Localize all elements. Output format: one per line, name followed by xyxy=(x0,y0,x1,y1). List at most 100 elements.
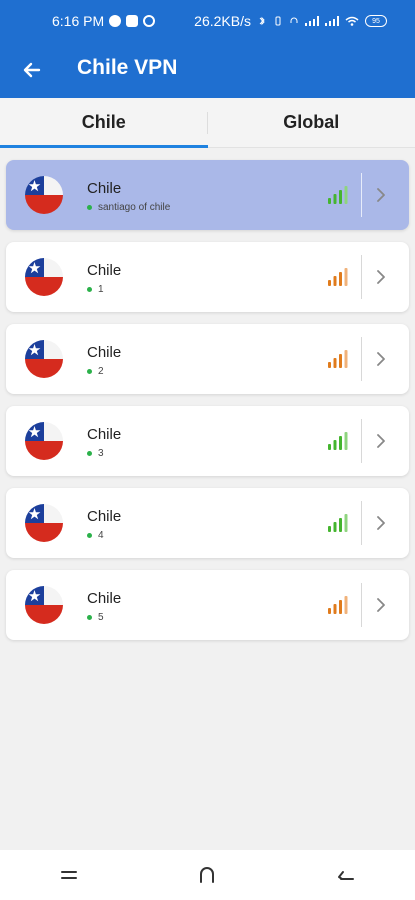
server-row[interactable]: Chile santiago of chile xyxy=(6,160,409,230)
back-button[interactable] xyxy=(18,56,46,84)
tab-divider xyxy=(207,112,208,134)
chile-flag-icon xyxy=(25,340,63,378)
online-status-dot xyxy=(87,615,92,620)
row-divider xyxy=(361,419,362,463)
server-name: Chile xyxy=(87,426,122,443)
server-subtitle: 4 xyxy=(98,530,104,541)
server-row[interactable]: Chile 3 xyxy=(6,406,409,476)
server-row[interactable]: Chile 4 xyxy=(6,488,409,558)
signal-bar xyxy=(344,350,348,368)
battery-level: 95 xyxy=(372,17,380,25)
server-location: 1 xyxy=(87,284,104,295)
row-divider xyxy=(361,501,362,545)
server-name: Chile xyxy=(87,180,122,197)
signal-bar xyxy=(344,432,348,450)
bluetooth-icon xyxy=(259,16,265,26)
chile-flag-icon xyxy=(25,258,63,296)
server-name: Chile xyxy=(87,344,122,361)
chile-flag-icon xyxy=(25,586,63,624)
server-row[interactable]: Chile 1 xyxy=(6,242,409,312)
row-divider xyxy=(361,173,362,217)
signal-bar xyxy=(333,440,337,450)
signal-bar xyxy=(328,280,331,286)
cell-signal-icon xyxy=(305,16,319,26)
chile-flag-icon xyxy=(25,176,63,214)
signal-bar xyxy=(328,362,331,368)
row-divider xyxy=(361,583,362,627)
online-status-dot xyxy=(87,369,92,374)
server-subtitle: santiago of chile xyxy=(98,202,171,213)
signal-bar xyxy=(339,436,342,450)
status-time: 6:16 PM xyxy=(52,13,105,29)
server-location: 4 xyxy=(87,530,104,541)
server-location: santiago of chile xyxy=(87,202,170,213)
signal-bar xyxy=(339,272,342,286)
signal-bar xyxy=(328,444,331,450)
signal-bar xyxy=(344,186,348,204)
tab-indicator xyxy=(0,145,208,148)
page-title: Chile VPN xyxy=(77,56,178,79)
signal-bar xyxy=(344,596,348,614)
signal-bar xyxy=(333,604,337,614)
signal-strength-icon xyxy=(328,268,348,286)
signal-bar xyxy=(344,514,348,532)
server-subtitle: 3 xyxy=(98,448,104,459)
app-notification-icon xyxy=(126,15,139,27)
menu-icon xyxy=(61,871,78,879)
server-location: 2 xyxy=(87,366,104,377)
chile-flag-icon xyxy=(25,504,63,542)
server-name: Chile xyxy=(87,590,122,607)
server-name: Chile xyxy=(87,262,122,279)
status-left: 6:16 PM xyxy=(52,13,156,29)
server-location: 5 xyxy=(87,612,104,623)
row-divider xyxy=(361,255,362,299)
nav-home-button[interactable] xyxy=(187,855,227,895)
server-name: Chile xyxy=(87,508,122,525)
signal-bar xyxy=(333,276,337,286)
tab-chile-label: Chile xyxy=(81,112,126,132)
server-subtitle: 5 xyxy=(98,612,104,623)
battery-icon: 95 xyxy=(365,15,387,27)
signal-bar xyxy=(339,518,342,532)
signal-bar xyxy=(339,190,342,204)
network-speed: 26.2KB/s xyxy=(194,13,251,29)
signal-bar xyxy=(333,522,337,532)
vibrate-icon xyxy=(275,16,281,26)
chevron-right-icon xyxy=(377,434,385,448)
sync-icon xyxy=(143,15,156,27)
wifi-icon xyxy=(345,16,359,26)
tab-chile[interactable]: Chile xyxy=(0,98,208,148)
server-subtitle: 2 xyxy=(98,366,104,377)
online-status-dot xyxy=(87,287,92,292)
nav-back-button[interactable] xyxy=(326,855,366,895)
signal-bar xyxy=(328,526,331,532)
tab-global[interactable]: Global xyxy=(208,98,415,147)
signal-strength-icon xyxy=(328,514,348,532)
chevron-right-icon xyxy=(377,270,385,284)
app-bar: 6:16 PM 26.2KB/s 95 Chile VPN xyxy=(0,0,415,98)
back-icon xyxy=(337,871,354,880)
signal-bar xyxy=(333,194,337,204)
server-row[interactable]: Chile 2 xyxy=(6,324,409,394)
chevron-right-icon xyxy=(377,598,385,612)
signal-bar xyxy=(339,600,342,614)
notification-icon xyxy=(109,15,122,27)
signal-bar xyxy=(328,198,331,204)
signal-bar xyxy=(333,358,337,368)
signal-strength-icon xyxy=(328,432,348,450)
online-status-dot xyxy=(87,205,92,210)
online-status-dot xyxy=(87,533,92,538)
tab-global-label: Global xyxy=(283,112,340,132)
chile-flag-icon xyxy=(25,422,63,460)
headset-icon xyxy=(290,17,298,23)
signal-strength-icon xyxy=(328,186,348,204)
status-bar: 6:16 PM 26.2KB/s 95 xyxy=(0,0,415,42)
system-nav-bar xyxy=(0,850,415,900)
server-subtitle: 1 xyxy=(98,284,104,295)
cell-signal-icon-2 xyxy=(325,16,339,26)
arrow-left-icon xyxy=(23,62,41,78)
server-row[interactable]: Chile 5 xyxy=(6,570,409,640)
server-list: Chile santiago of chile Chile 1 Chile 2 … xyxy=(6,160,409,652)
nav-menu-button[interactable] xyxy=(49,855,89,895)
signal-strength-icon xyxy=(328,350,348,368)
